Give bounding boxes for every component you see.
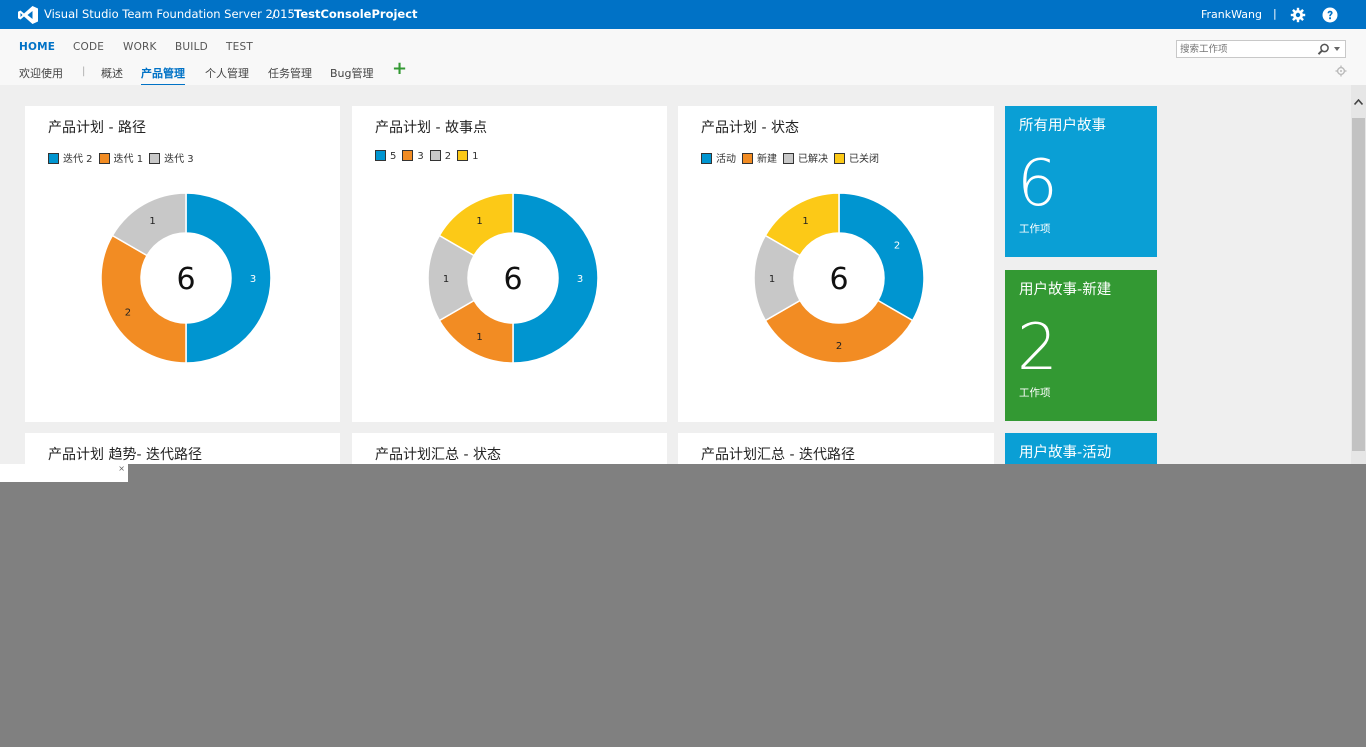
tab-product-management[interactable]: 产品管理 xyxy=(141,65,185,87)
slice-value-label: 3 xyxy=(577,274,583,285)
hub-code[interactable]: CODE xyxy=(73,41,104,53)
tab-overview[interactable]: 概述 xyxy=(101,65,123,84)
tile-count: 6 xyxy=(1017,147,1058,221)
scroll-up-icon[interactable] xyxy=(1354,99,1363,105)
vertical-scrollbar[interactable] xyxy=(1351,85,1366,464)
user-separator: | xyxy=(1273,7,1277,20)
widget-story-points-chart[interactable]: 产品计划 - 故事点 5321 31116 xyxy=(352,106,667,422)
slice-value-label: 2 xyxy=(894,241,900,252)
donut-chart: 2 2 1 1 6 xyxy=(753,192,925,364)
widget-state-chart[interactable]: 产品计划 - 状态 活动 新建 已解决 已关闭 22116 xyxy=(678,106,994,422)
navigation-bar: HOME CODE WORK BUILD TEST 欢迎使用 | 概述 产品管理… xyxy=(0,29,1366,87)
widget-title: 产品计划汇总 - 迭代路径 xyxy=(701,447,855,463)
tile-title: 所有用户故事 xyxy=(1019,118,1106,134)
slice-value-label: 1 xyxy=(476,332,482,343)
top-bar: Visual Studio Team Foundation Server 201… xyxy=(0,0,1366,29)
scrollbar-thumb[interactable] xyxy=(1352,118,1365,451)
slice-value-label: 2 xyxy=(125,308,131,319)
obscured-area xyxy=(0,464,1366,747)
donut-chart: 3 1 1 1 6 xyxy=(427,192,599,364)
widget-summary-state[interactable]: 产品计划汇总 - 状态 xyxy=(352,433,667,464)
tab-welcome[interactable]: 欢迎使用 xyxy=(19,65,63,84)
search-icon[interactable] xyxy=(1317,43,1330,56)
tile-title: 用户故事-活动 xyxy=(1019,445,1112,461)
product-name[interactable]: Visual Studio Team Foundation Server 201… xyxy=(44,7,295,21)
donut-slice[interactable] xyxy=(100,234,187,364)
tab-personal-management[interactable]: 个人管理 xyxy=(205,65,249,84)
donut-slice[interactable] xyxy=(512,192,599,364)
tab-divider: | xyxy=(82,66,86,77)
help-icon[interactable] xyxy=(1322,7,1338,23)
search-box xyxy=(1176,40,1346,58)
widget-summary-iteration-path[interactable]: 产品计划汇总 - 迭代路径 xyxy=(678,433,994,464)
tile-user-stories-new[interactable]: 用户故事-新建 2 工作项 xyxy=(1005,270,1157,421)
close-icon[interactable]: × xyxy=(118,464,125,473)
add-dashboard-button[interactable]: + xyxy=(392,60,407,78)
slice-value-label: 1 xyxy=(443,274,449,285)
chevron-down-icon[interactable] xyxy=(1334,47,1340,51)
donut-slice[interactable] xyxy=(185,192,272,364)
dashboard-content: 产品计划 - 路径 迭代 2 迭代 1 迭代 3 3216 产品计划 - 故事点 5… xyxy=(0,85,1351,464)
donut-slice[interactable] xyxy=(838,192,925,322)
project-name[interactable]: TestConsoleProject xyxy=(294,7,418,21)
tab-bug-management[interactable]: Bug管理 xyxy=(330,65,374,84)
hub-work[interactable]: WORK xyxy=(123,41,157,53)
tile-unit: 工作项 xyxy=(1019,387,1051,399)
search-input[interactable] xyxy=(1180,43,1308,55)
user-name[interactable]: FrankWang xyxy=(1201,8,1262,21)
donut-total: 6 xyxy=(829,262,848,297)
donut-total: 6 xyxy=(503,262,522,297)
tile-user-stories-active[interactable]: 用户故事-活动 xyxy=(1005,433,1157,464)
donut-slice[interactable] xyxy=(764,299,914,364)
hub-build[interactable]: BUILD xyxy=(175,41,208,53)
widget-title: 产品计划汇总 - 状态 xyxy=(375,447,501,463)
hub-home[interactable]: HOME xyxy=(19,41,55,53)
tile-count: 2 xyxy=(1017,311,1058,385)
slice-value-label: 3 xyxy=(250,274,256,285)
donut-total: 6 xyxy=(176,262,195,297)
tile-unit: 工作项 xyxy=(1019,223,1051,235)
widget-title: 产品计划 趋势- 迭代路径 xyxy=(48,447,202,463)
slice-value-label: 1 xyxy=(802,216,808,227)
popup-fragment: × xyxy=(0,464,128,482)
hub-test[interactable]: TEST xyxy=(226,41,253,53)
widget-trend-iteration-path[interactable]: 产品计划 趋势- 迭代路径 xyxy=(25,433,340,464)
slice-value-label: 2 xyxy=(836,341,842,352)
slice-value-label: 1 xyxy=(476,216,482,227)
header-separator: / xyxy=(272,7,276,21)
tab-task-management[interactable]: 任务管理 xyxy=(268,65,312,84)
visual-studio-logo-icon[interactable] xyxy=(18,6,38,24)
widget-path-chart[interactable]: 产品计划 - 路径 迭代 2 迭代 1 迭代 3 3216 xyxy=(25,106,340,422)
gear-icon[interactable] xyxy=(1290,7,1306,23)
slice-value-label: 1 xyxy=(149,216,155,227)
tile-all-user-stories[interactable]: 所有用户故事 6 工作项 xyxy=(1005,106,1157,257)
tile-title: 用户故事-新建 xyxy=(1019,282,1112,298)
dashboard-settings-icon[interactable] xyxy=(1335,65,1347,77)
donut-chart: 3 2 1 6 xyxy=(100,192,272,364)
slice-value-label: 1 xyxy=(769,274,775,285)
